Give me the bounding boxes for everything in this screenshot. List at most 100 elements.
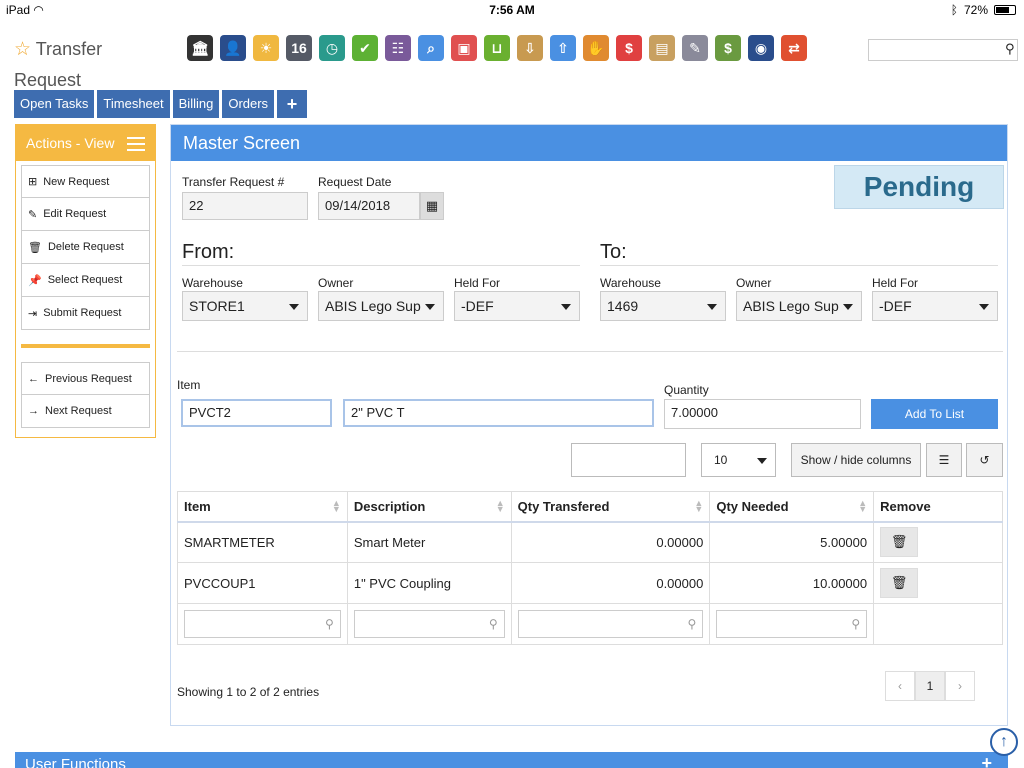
pin-icon: 📌 [28,274,42,287]
column-filter-input[interactable]: ⚲ [517,610,704,638]
sidebar-divider [21,344,150,348]
sidebar-header: Actions - View [16,125,155,161]
sidebar-item-previous-request[interactable]: ← Previous Request [21,362,150,395]
pencil-icon[interactable]: ✎ [679,31,711,65]
sidebar-item-new-request[interactable]: ⊞ New Request [21,165,150,198]
basket-icon[interactable]: ⊔ [481,31,513,65]
user-functions-bar[interactable]: User Functions + [15,752,1008,768]
add-tab-button[interactable]: + [277,90,308,118]
expand-plus-icon[interactable]: + [981,752,992,768]
column-filter-input[interactable]: ⚲ [184,610,341,638]
remove-row-button[interactable]: 🗑 [880,568,919,598]
pagination-prev[interactable]: ‹ [885,671,915,701]
tab-billing[interactable]: Billing [172,90,220,118]
sidebar-item-delete-request[interactable]: 🗑 Delete Request [21,231,150,264]
exchange-icon[interactable]: ⇄ [778,31,810,65]
list-view-icon[interactable]: ☰ [926,443,962,477]
from-owner-select[interactable]: ABIS Lego Sup [318,291,444,321]
remove-row-button[interactable]: 🗑 [880,527,919,558]
section-divider [177,351,1003,352]
sidebar-item-submit-request[interactable]: ⇥ Submit Request [21,297,150,330]
column-header-description[interactable]: Description ▲ ▼ [346,491,512,523]
column-header-item[interactable]: Item ▲ ▼ [177,491,348,523]
request-date-field[interactable]: 09/14/2018 [318,192,420,220]
weather-icon[interactable]: ☀ [250,31,282,65]
record-nav-list: ← Previous Request → Next Request [21,362,150,428]
book-icon[interactable]: ◉ [745,31,777,65]
pagination-next[interactable]: › [945,671,975,701]
search-icon: ⚲ [325,617,334,631]
sort-icon: ▲ ▼ [694,498,704,514]
battery-status: ᛒ 72% [951,3,1016,17]
chevron-down-icon [561,304,571,310]
user-icon-glyph: 👤 [220,35,246,61]
item-code-input[interactable]: PVCT2 [181,399,332,427]
check-icon[interactable]: ✔ [349,31,381,65]
check-icon-glyph: ✔ [352,35,378,61]
table-info: Showing 1 to 2 of 2 entries [177,685,320,699]
to-warehouse-select[interactable]: 1469 [600,291,726,321]
battery-icon [994,5,1016,15]
box-download-icon[interactable]: ⇩ [514,31,546,65]
sidebar-item-label: Previous Request [45,372,132,385]
box-upload-icon[interactable]: ⇧ [547,31,579,65]
sidebar-title: Actions - View [26,135,115,151]
clipboard-icon[interactable]: ▤ [646,31,678,65]
magnifier-icon[interactable]: ⌕ [415,31,447,65]
cell-qty-transfered: 0.00000 [510,521,711,563]
pagination: ‹ 1 › [885,671,975,701]
user-icon[interactable]: 👤 [217,31,249,65]
scroll-to-top-icon[interactable]: ↑ [990,728,1018,756]
column-filter-input[interactable]: ⚲ [716,610,868,638]
bus-icon[interactable]: ▣ [448,31,480,65]
tab-orders[interactable]: Orders [222,90,275,118]
user-functions-label: User Functions [25,756,126,768]
column-label: Item [184,498,211,514]
table-search-input[interactable] [571,443,686,477]
cash-icon[interactable]: $ [712,31,744,65]
clock-icon[interactable]: ◷ [316,31,348,65]
sidebar-item-label: Edit Request [43,208,107,220]
pagination-page-1[interactable]: 1 [915,671,945,701]
search-icon[interactable]: ⚲ [1005,41,1021,57]
sidebar-item-select-request[interactable]: 📌 Select Request [21,264,150,297]
column-header-qty-needed[interactable]: Qty Needed ▲ ▼ [709,491,875,523]
to-held-select[interactable]: -DEF [872,291,998,321]
to-held-value: -DEF [879,298,912,314]
hamburger-menu-icon[interactable] [127,137,145,155]
hand-sign-icon[interactable]: ✋ [580,31,612,65]
sidebar-item-edit-request[interactable]: ✎ Edit Request [21,198,150,231]
request-no-field[interactable]: 22 [182,192,308,220]
abacus-icon[interactable]: ☷ [382,31,414,65]
cell-qty-transfered: 0.00000 [510,562,711,604]
column-header-qty-transfered[interactable]: Qty Transfered ▲ ▼ [510,491,711,523]
pencil-icon-glyph: ✎ [682,35,708,61]
sidebar-item-next-request[interactable]: → Next Request [21,395,150,428]
favorite-star-icon[interactable]: ☆ [14,39,31,60]
search-input[interactable] [869,40,1007,60]
filter-cell: ⚲ [510,603,711,645]
page-size-select[interactable]: 10 [701,443,776,477]
to-owner-select[interactable]: ABIS Lego Sup [736,291,862,321]
trash-icon: 🗑 [890,534,908,550]
quantity-input[interactable]: 7.00000 [664,399,861,429]
tab-timesheet[interactable]: Timesheet [97,90,170,118]
item-description-input[interactable]: 2" PVC T [343,399,654,427]
dollar-bubble-icon[interactable]: $ [613,31,645,65]
refresh-icon[interactable]: ↺ [966,443,1003,477]
from-held-select[interactable]: -DEF [454,291,580,321]
calendar-icon[interactable]: 16 [283,31,315,65]
cell-description: Smart Meter [346,521,512,563]
bank-icon[interactable]: 🏛 [184,31,216,65]
table-row: SMARTMETER Smart Meter 0.00000 5.00000 🗑 [177,521,1003,563]
add-to-list-button[interactable]: Add To List [871,399,998,429]
calendar-icon[interactable]: ▦ [420,192,444,220]
from-warehouse-select[interactable]: STORE1 [182,291,308,321]
from-warehouse-label: Warehouse [182,276,243,290]
show-hide-columns-button[interactable]: Show / hide columns [791,443,921,477]
tab-open-tasks[interactable]: Open Tasks [14,90,95,118]
transfer-items-table: Item ▲ ▼ Description ▲ ▼ Qty Transfered ▲ ▼ Qt… [177,491,1003,645]
from-held-value: -DEF [461,298,494,314]
column-filter-input[interactable]: ⚲ [353,610,505,638]
sidebar-item-label: Select Request [47,274,123,286]
